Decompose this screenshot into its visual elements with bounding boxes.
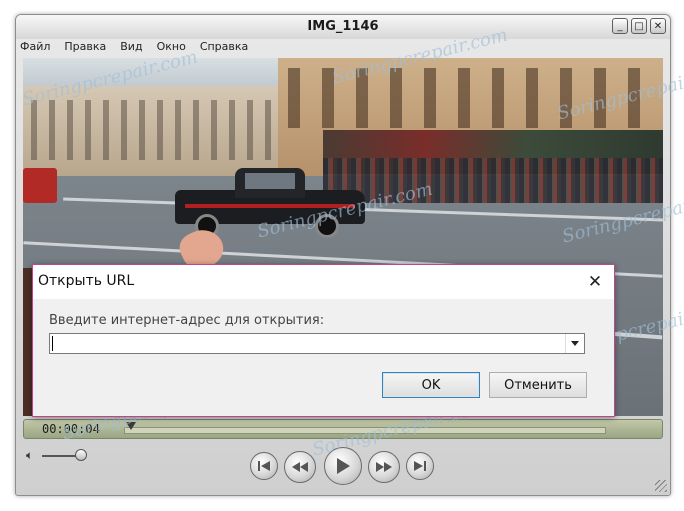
ok-button[interactable]: OK	[382, 372, 480, 398]
dialog-close-button[interactable]: ✕	[584, 271, 606, 293]
open-url-dialog: Открыть URL ✕ Введите интернет-адрес для…	[32, 264, 615, 417]
fast-forward-icon	[376, 462, 392, 472]
skip-forward-icon	[414, 461, 426, 471]
skip-back-icon	[258, 461, 270, 471]
truck-stripe	[185, 204, 355, 208]
title-bar[interactable]: IMG_1146 _ □ ✕	[16, 15, 670, 39]
url-label: Введите интернет-адрес для открытия:	[49, 313, 325, 328]
video-red-car	[23, 168, 57, 203]
menu-bar: Файл Правка Вид Окно Справка	[18, 40, 250, 56]
skip-back-button[interactable]	[250, 452, 278, 480]
resize-grip[interactable]	[655, 480, 667, 492]
maximize-button[interactable]: □	[631, 18, 647, 34]
url-combobox[interactable]	[49, 333, 585, 354]
truck-wheel	[315, 214, 339, 238]
close-button[interactable]: ✕	[650, 18, 666, 34]
speaker-icon[interactable]: 🔈︎	[26, 448, 33, 463]
volume-knob[interactable]	[75, 449, 87, 461]
video-pickup-truck	[175, 168, 365, 238]
truck-window	[245, 173, 295, 189]
video-building-windows	[31, 100, 271, 160]
menu-help[interactable]: Справка	[198, 40, 250, 56]
minimize-button[interactable]: _	[612, 18, 628, 34]
video-building-windows-right	[288, 68, 658, 128]
cancel-button[interactable]: Отменить	[489, 372, 587, 398]
seek-thumb[interactable]	[126, 422, 136, 430]
text-caret	[52, 336, 53, 351]
skip-forward-button[interactable]	[406, 452, 434, 480]
time-display: 00:00:04	[42, 422, 100, 436]
menu-edit[interactable]: Правка	[62, 40, 108, 56]
dialog-title-bar[interactable]: Открыть URL ✕	[33, 265, 614, 299]
menu-file[interactable]: Файл	[18, 40, 52, 56]
dialog-title: Открыть URL	[38, 273, 135, 289]
window-title: IMG_1146	[307, 19, 379, 34]
menu-window[interactable]: Окно	[155, 40, 188, 56]
play-icon	[337, 458, 350, 474]
seek-track[interactable]	[124, 427, 606, 434]
player-window: IMG_1146 _ □ ✕ Файл Правка Вид Окно Спра…	[15, 14, 671, 496]
fast-forward-button[interactable]	[368, 451, 400, 483]
rewind-icon	[292, 462, 308, 472]
window-controls: _ □ ✕	[612, 18, 666, 34]
dropdown-arrow-icon[interactable]	[565, 334, 584, 353]
video-crowd	[323, 158, 663, 203]
seek-bar[interactable]: 00:00:04	[23, 419, 663, 439]
play-button[interactable]	[324, 447, 362, 485]
menu-view[interactable]: Вид	[118, 40, 144, 56]
rewind-button[interactable]	[284, 451, 316, 483]
